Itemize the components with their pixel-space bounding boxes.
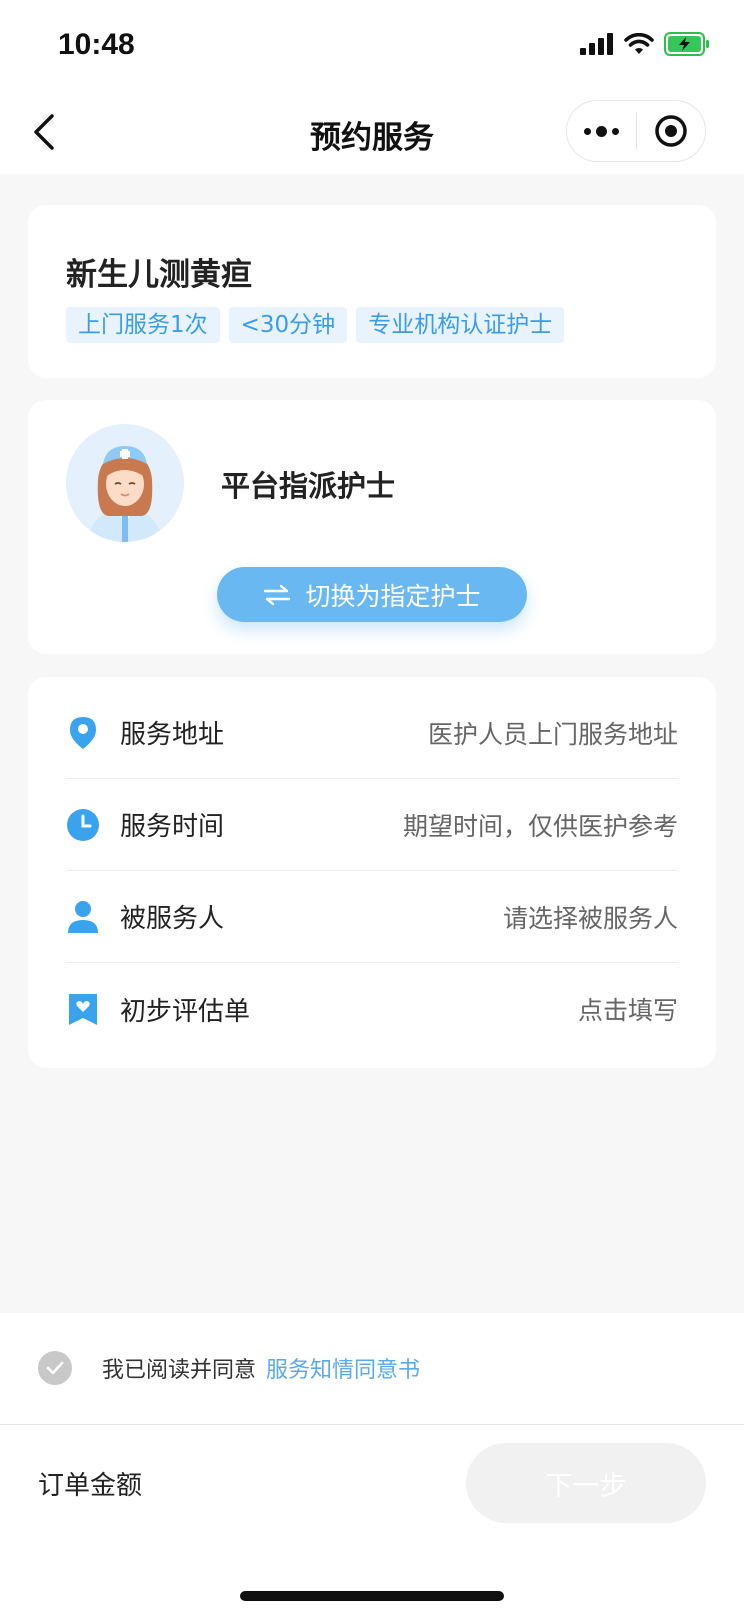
clock-icon	[66, 808, 100, 842]
nav-bar: 预约服务	[0, 90, 744, 174]
service-name: 新生儿测黄疸	[66, 257, 252, 293]
wifi-icon	[624, 33, 654, 54]
service-card: 新生儿测黄疸 上门服务1次 <30分钟 专业机构认证护士	[28, 205, 716, 378]
swap-arrows-icon	[264, 584, 291, 605]
bottom-bar: 我已阅读并同意 服务知情同意书 订单金额 下一步	[0, 1313, 744, 1611]
service-time-row[interactable]: 服务时间 期望时间，仅供医护参考	[66, 779, 678, 871]
assessment-form-row[interactable]: 初步评估单 点击填写	[66, 963, 678, 1055]
info-value: 请选择被服务人	[502, 903, 678, 933]
battery-charging-icon	[664, 32, 709, 56]
service-address-row[interactable]: 服务地址 医护人员上门服务地址	[66, 687, 678, 779]
info-value: 点击填写	[577, 996, 678, 1025]
more-dots-icon	[583, 125, 619, 137]
check-icon	[46, 1361, 64, 1375]
service-tag: <30分钟	[228, 307, 348, 343]
info-value: 期望时间，仅供医护参考	[402, 811, 678, 841]
nurse-card: 平台指派护士 切换为指定护士	[28, 400, 716, 654]
service-recipient-row[interactable]: 被服务人 请选择被服务人	[66, 871, 678, 963]
next-step-button[interactable]: 下一步	[466, 1443, 706, 1523]
info-label: 服务时间	[120, 812, 225, 842]
divider	[0, 1424, 744, 1425]
switch-nurse-button[interactable]: 切换为指定护士	[217, 567, 527, 622]
agreement-text: 我已阅读并同意	[102, 1358, 257, 1383]
close-mini-program-button[interactable]	[637, 101, 706, 161]
service-tag: 上门服务1次	[66, 307, 220, 343]
service-tag: 专业机构认证护士	[356, 307, 565, 343]
info-label: 服务地址	[120, 720, 225, 750]
home-indicator	[240, 1591, 504, 1601]
status-icons	[580, 32, 710, 56]
assessment-form-icon	[66, 992, 100, 1026]
person-icon	[66, 900, 100, 934]
info-label: 被服务人	[120, 904, 225, 934]
info-label: 初步评估单	[120, 996, 251, 1027]
switch-nurse-label: 切换为指定护士	[305, 581, 481, 611]
info-value: 医护人员上门服务地址	[427, 719, 678, 749]
nurse-title: 平台指派护士	[221, 469, 396, 503]
agreement-row: 我已阅读并同意 服务知情同意书	[38, 1351, 420, 1385]
mini-program-capsule	[566, 100, 706, 162]
status-time: 10:48	[58, 28, 135, 61]
info-card: 服务地址 医护人员上门服务地址 服务时间 期望时间，仅供医护参考 被服务人 请选…	[28, 677, 716, 1068]
agreement-checkbox[interactable]	[38, 1351, 72, 1385]
more-button[interactable]	[567, 101, 636, 161]
order-amount-label: 订单金额	[38, 1471, 143, 1501]
signal-icon	[580, 33, 613, 55]
target-circle-icon	[655, 115, 687, 147]
consent-form-link[interactable]: 服务知情同意书	[266, 1352, 420, 1384]
nurse-avatar	[66, 424, 184, 542]
status-bar: 10:48	[0, 0, 744, 90]
location-pin-icon	[66, 716, 100, 750]
service-tags: 上门服务1次 <30分钟 专业机构认证护士	[66, 307, 565, 343]
